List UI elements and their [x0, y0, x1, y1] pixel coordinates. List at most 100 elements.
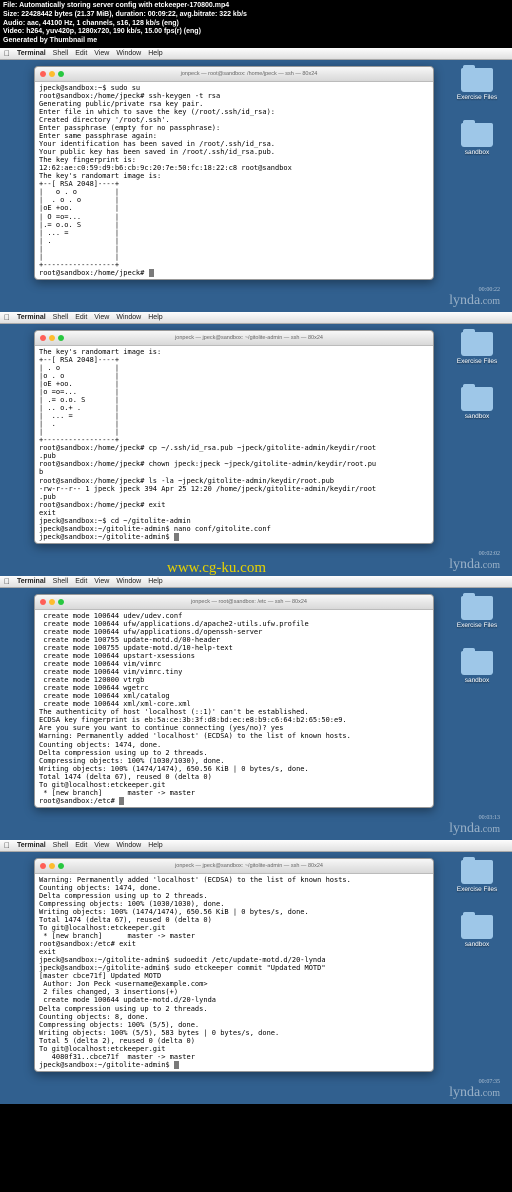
folder-icon — [461, 860, 493, 884]
desktop-1:  Terminal Shell Edit View Window Help E… — [0, 48, 512, 312]
folder-label: sandbox — [456, 941, 498, 948]
folder-icon — [461, 387, 493, 411]
menu-shell[interactable]: Shell — [53, 50, 69, 57]
menu-view[interactable]: View — [94, 314, 109, 321]
titlebar[interactable]: jonpeck — root@sandbox: /etc — ssh — 80x… — [35, 595, 433, 610]
terminal-output[interactable]: create mode 100644 udev/udev.conf create… — [35, 610, 433, 807]
close-icon[interactable] — [40, 599, 46, 605]
folder-exercise[interactable]: Exercise Files — [456, 332, 498, 365]
menubar[interactable]:  Terminal Shell Edit View Window Help — [0, 312, 512, 324]
terminal-window-3[interactable]: jonpeck — root@sandbox: /etc — ssh — 80x… — [34, 594, 434, 808]
meta-file: File: Automatically storing server confi… — [3, 2, 509, 11]
folder-exercise[interactable]: Exercise Files — [456, 596, 498, 629]
folder-label: Exercise Files — [456, 94, 498, 101]
menu-help[interactable]: Help — [148, 578, 162, 585]
folder-icon — [461, 123, 493, 147]
terminal-window-1[interactable]: jonpeck — root@sandbox: /home/jpeck — ss… — [34, 66, 434, 280]
lynda-watermark: 00:00:22lynda.com — [449, 287, 500, 309]
window-title: jonpeck — root@sandbox: /etc — ssh — 80x… — [70, 599, 428, 605]
folder-label: Exercise Files — [456, 622, 498, 629]
zoom-icon[interactable] — [58, 335, 64, 341]
folder-icon — [461, 596, 493, 620]
apple-icon[interactable]:  — [4, 49, 10, 58]
folder-sandbox[interactable]: sandbox — [456, 387, 498, 420]
menu-app[interactable]: Terminal — [17, 50, 46, 57]
menu-view[interactable]: View — [94, 50, 109, 57]
desktop-2:  Terminal Shell Edit View Window Help E… — [0, 312, 512, 576]
menu-help[interactable]: Help — [148, 50, 162, 57]
folder-sandbox[interactable]: sandbox — [456, 651, 498, 684]
meta-video: Video: h264, yuv420p, 1280x720, 190 kb/s… — [3, 28, 509, 37]
menu-shell[interactable]: Shell — [53, 842, 69, 849]
menu-window[interactable]: Window — [116, 578, 141, 585]
site-watermark: www.cg-ku.com — [167, 560, 266, 577]
apple-icon[interactable]:  — [4, 313, 10, 322]
zoom-icon[interactable] — [58, 863, 64, 869]
folder-exercise[interactable]: Exercise Files — [456, 68, 498, 101]
terminal-output[interactable]: The key's randomart image is: +--[ RSA 2… — [35, 346, 433, 543]
lynda-watermark: 00:07:35lynda.com — [449, 1079, 500, 1101]
menu-window[interactable]: Window — [116, 842, 141, 849]
minimize-icon[interactable] — [49, 335, 55, 341]
terminal-window-2[interactable]: jonpeck — jpeck@sandbox: ~/gitolite-admi… — [34, 330, 434, 544]
menu-edit[interactable]: Edit — [75, 50, 87, 57]
titlebar[interactable]: jonpeck — jpeck@sandbox: ~/gitolite-admi… — [35, 331, 433, 346]
close-icon[interactable] — [40, 335, 46, 341]
menu-edit[interactable]: Edit — [75, 314, 87, 321]
minimize-icon[interactable] — [49, 863, 55, 869]
cursor-icon — [119, 797, 124, 805]
menubar[interactable]:  Terminal Shell Edit View Window Help — [0, 576, 512, 588]
menu-window[interactable]: Window — [116, 314, 141, 321]
cursor-icon — [149, 269, 154, 277]
folder-icon — [461, 68, 493, 92]
folder-label: Exercise Files — [456, 886, 498, 893]
menu-view[interactable]: View — [94, 578, 109, 585]
zoom-icon[interactable] — [58, 599, 64, 605]
folder-icon — [461, 915, 493, 939]
terminal-window-4[interactable]: jonpeck — jpeck@sandbox: ~/gitolite-admi… — [34, 858, 434, 1072]
folder-label: sandbox — [456, 413, 498, 420]
folder-label: sandbox — [456, 677, 498, 684]
close-icon[interactable] — [40, 71, 46, 77]
menu-app[interactable]: Terminal — [17, 578, 46, 585]
meta-generated: Generated by Thumbnail me — [3, 37, 509, 46]
menu-edit[interactable]: Edit — [75, 578, 87, 585]
menu-shell[interactable]: Shell — [53, 578, 69, 585]
terminal-output[interactable]: jpeck@sandbox:~$ sudo su root@sandbox:/h… — [35, 82, 433, 279]
folder-sandbox[interactable]: sandbox — [456, 915, 498, 948]
window-title: jonpeck — root@sandbox: /home/jpeck — ss… — [70, 71, 428, 77]
menu-help[interactable]: Help — [148, 842, 162, 849]
cursor-icon — [174, 533, 179, 541]
desktop-3:  Terminal Shell Edit View Window Help E… — [0, 576, 512, 840]
menu-edit[interactable]: Edit — [75, 842, 87, 849]
folder-label: Exercise Files — [456, 358, 498, 365]
window-title: jonpeck — jpeck@sandbox: ~/gitolite-admi… — [70, 863, 428, 869]
zoom-icon[interactable] — [58, 71, 64, 77]
lynda-watermark: 00:03:13lynda.com — [449, 815, 500, 837]
terminal-output[interactable]: Warning: Permanently added 'localhost' (… — [35, 874, 433, 1071]
menu-app[interactable]: Terminal — [17, 314, 46, 321]
lynda-watermark: 00:02:02lynda.com — [449, 551, 500, 573]
menu-shell[interactable]: Shell — [53, 314, 69, 321]
apple-icon[interactable]:  — [4, 577, 10, 586]
menu-view[interactable]: View — [94, 842, 109, 849]
menu-app[interactable]: Terminal — [17, 842, 46, 849]
menu-help[interactable]: Help — [148, 314, 162, 321]
menu-window[interactable]: Window — [116, 50, 141, 57]
menubar[interactable]:  Terminal Shell Edit View Window Help — [0, 840, 512, 852]
folder-sandbox[interactable]: sandbox — [456, 123, 498, 156]
meta-audio: Audio: aac, 44100 Hz, 1 channels, s16, 1… — [3, 20, 509, 29]
minimize-icon[interactable] — [49, 599, 55, 605]
window-title: jonpeck — jpeck@sandbox: ~/gitolite-admi… — [70, 335, 428, 341]
minimize-icon[interactable] — [49, 71, 55, 77]
titlebar[interactable]: jonpeck — jpeck@sandbox: ~/gitolite-admi… — [35, 859, 433, 874]
folder-icon — [461, 332, 493, 356]
close-icon[interactable] — [40, 863, 46, 869]
folder-exercise[interactable]: Exercise Files — [456, 860, 498, 893]
video-metadata: File: Automatically storing server confi… — [0, 0, 512, 48]
apple-icon[interactable]:  — [4, 841, 10, 850]
desktop-4:  Terminal Shell Edit View Window Help E… — [0, 840, 512, 1104]
menubar[interactable]:  Terminal Shell Edit View Window Help — [0, 48, 512, 60]
titlebar[interactable]: jonpeck — root@sandbox: /home/jpeck — ss… — [35, 67, 433, 82]
meta-size: Size: 22428442 bytes (21.37 MiB), durati… — [3, 11, 509, 20]
